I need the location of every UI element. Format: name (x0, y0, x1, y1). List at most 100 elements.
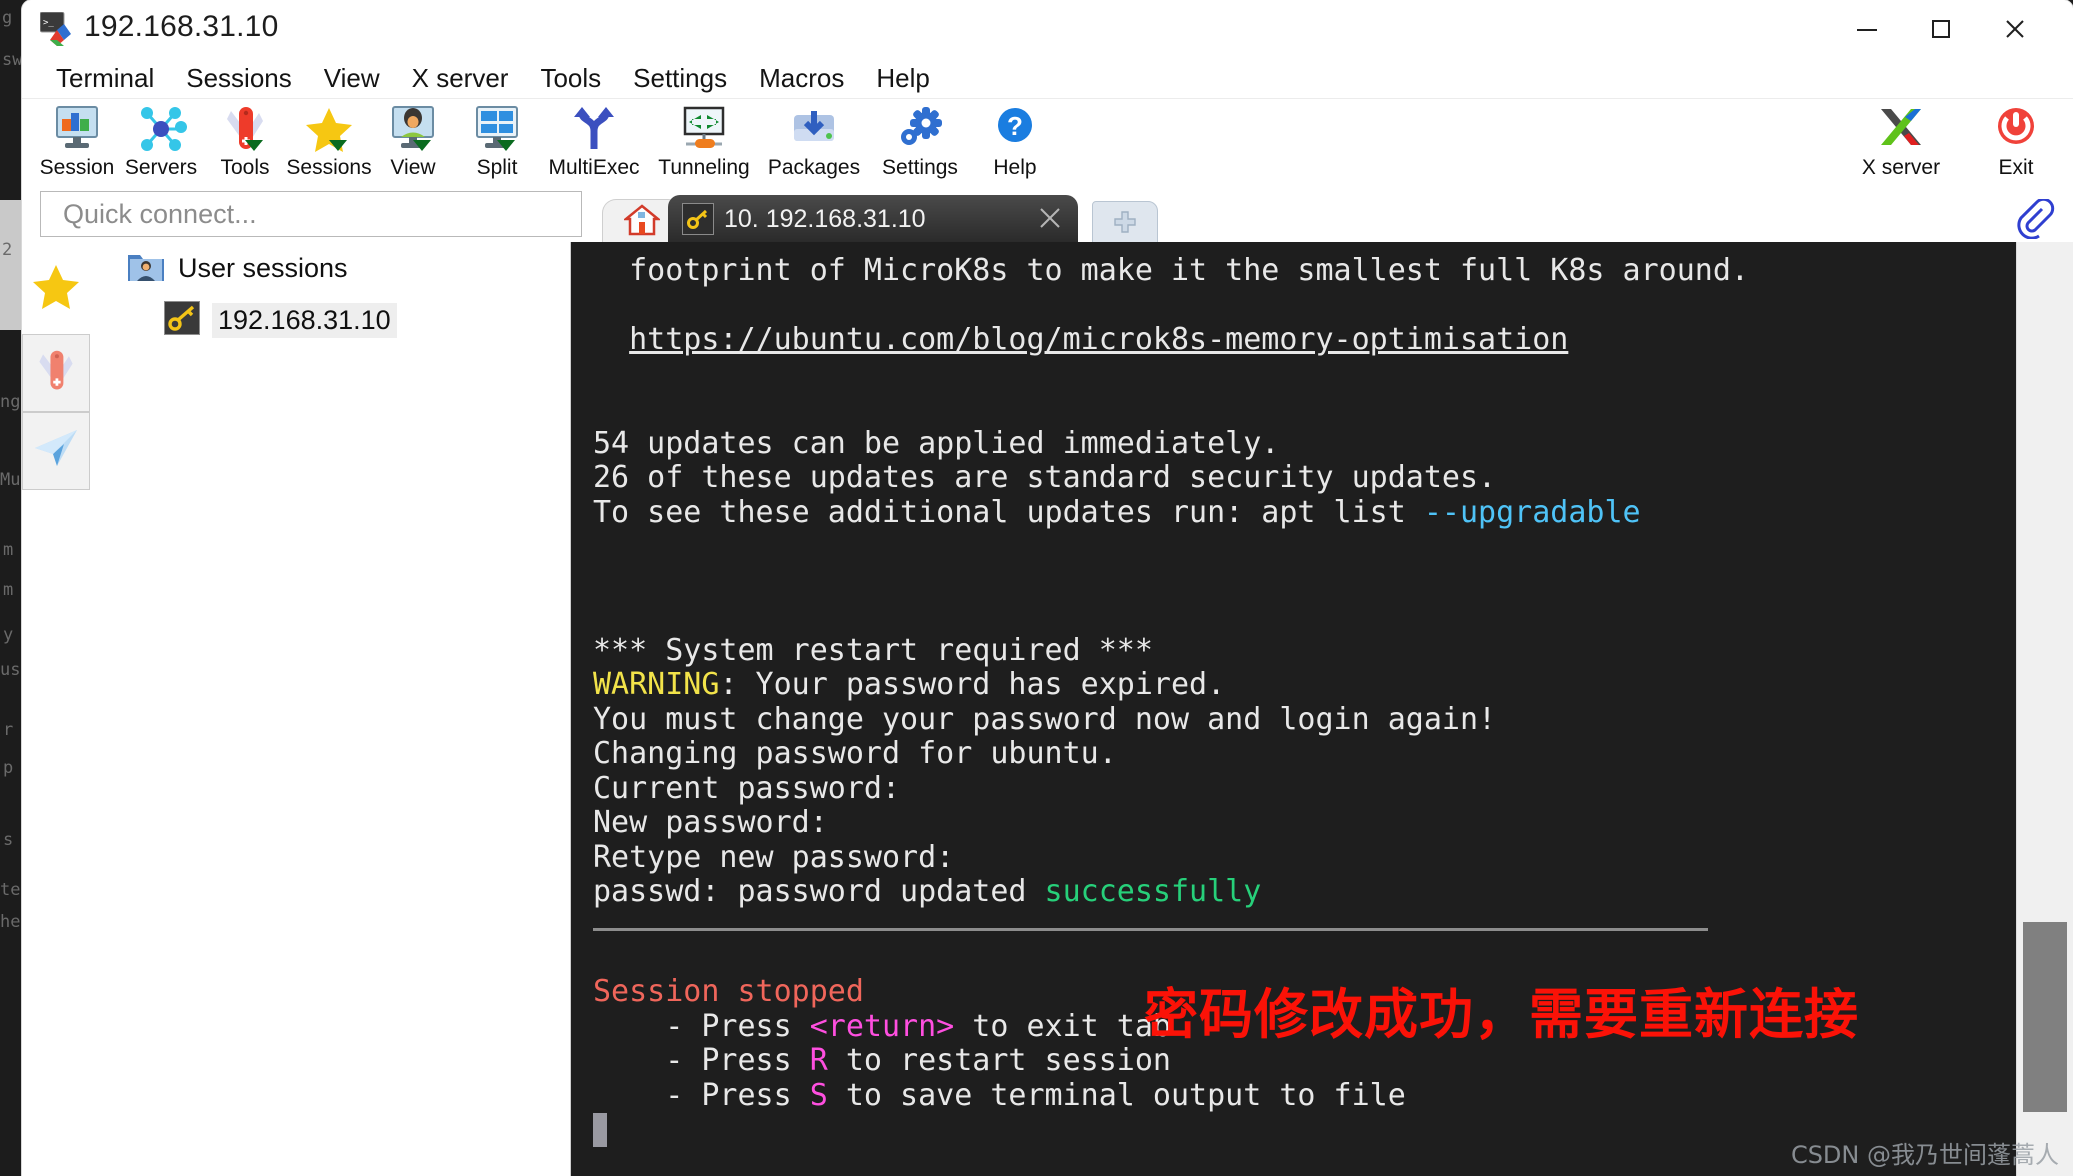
toolbar-label: Session (40, 156, 115, 180)
toolbar-label: Sessions (286, 156, 371, 180)
terminal-line: 54 updates can be applied immediately. (593, 427, 2017, 462)
annotation-text: 密码修改成功，需要重新连接 (1144, 970, 1859, 1049)
terminal-line: New password: (593, 806, 2017, 841)
toolbar-label: MultiExec (548, 156, 639, 180)
tree-node-user-sessions[interactable]: User sessions (90, 242, 570, 294)
quick-connect-input[interactable]: Quick connect... (40, 191, 582, 237)
terminal-line: *** System restart required *** (593, 634, 2017, 669)
minimize-button[interactable] (1831, 0, 1903, 58)
toolbar-button-split[interactable]: Split (454, 103, 540, 180)
menu-macros[interactable]: Macros (743, 58, 860, 98)
menu-bar: Terminal Sessions View X server Tools Se… (22, 58, 2073, 98)
terminal-line: Current password: (593, 772, 2017, 807)
ghost-text: us (0, 660, 20, 680)
ghost-text: r (3, 720, 13, 740)
terminal-line (593, 358, 2017, 393)
terminal-line: You must change your password now and lo… (593, 703, 2017, 738)
menu-tools[interactable]: Tools (524, 58, 617, 98)
toolbar-label: Servers (125, 156, 197, 180)
toolbar-button-settings[interactable]: Settings (868, 103, 972, 180)
terminal-panel[interactable]: footprint of MicroK8s to make it the sma… (571, 242, 2073, 1176)
toolbar-button-sessions[interactable]: Sessions (286, 103, 372, 180)
toolbar: Session Servers (22, 98, 2073, 187)
ghost-text: m (3, 580, 13, 600)
tools-icon (219, 103, 271, 153)
tools-icon (32, 347, 80, 400)
toolbar-label: X server (1862, 156, 1940, 180)
terminal-line: https://ubuntu.com/blog/microk8s-memory-… (593, 323, 2017, 358)
user-folder-icon (126, 249, 166, 288)
menu-terminal[interactable]: Terminal (40, 58, 170, 98)
rail-button-favorites[interactable] (22, 242, 90, 334)
paperclip-icon[interactable] (2011, 199, 2055, 239)
toolbar-button-tunneling[interactable]: Tunneling (648, 103, 760, 180)
tab-row: Quick connect... (22, 187, 2073, 243)
tree-node-session[interactable]: 192.168.31.10 (90, 294, 570, 346)
key-icon (682, 203, 714, 235)
multiexec-icon (568, 103, 620, 153)
chevron-down-icon (413, 140, 431, 151)
session-icon (51, 103, 103, 153)
x-server-icon (1875, 103, 1927, 153)
terminal-line: WARNING: Your password has expired. (593, 668, 2017, 703)
key-icon (164, 301, 200, 340)
rail-button-tools[interactable] (22, 334, 90, 412)
menu-view[interactable]: View (308, 58, 396, 98)
close-button[interactable] (1979, 0, 2051, 58)
mobaxterm-window: >_ 192.168.31.10 Terminal Sessions View … (22, 0, 2073, 1176)
session-tree: User sessions 192.168.31.10 (90, 242, 571, 1176)
menu-settings[interactable]: Settings (617, 58, 743, 98)
tab-close-icon[interactable] (1036, 204, 1064, 232)
toolbar-label: Split (477, 156, 518, 180)
toolbar-button-multiexec[interactable]: MultiExec (538, 103, 650, 180)
tab-label: 10. 192.168.31.10 (724, 205, 926, 234)
terminal-separator (593, 928, 1708, 931)
toolbar-button-exit[interactable]: Exit (1973, 103, 2059, 180)
toolbar-button-help[interactable]: ? Help (972, 103, 1058, 180)
maximize-button[interactable] (1905, 0, 1977, 58)
toolbar-button-packages[interactable]: Packages (758, 103, 870, 180)
toolbar-label: Tunneling (658, 156, 749, 180)
terminal-line (593, 289, 2017, 324)
sidebar-rail (22, 242, 91, 1176)
home-icon (624, 203, 660, 242)
terminal-line: Changing password for ubuntu. (593, 737, 2017, 772)
ghost-text: p (3, 758, 13, 778)
quick-connect-placeholder: Quick connect... (63, 199, 257, 230)
toolbar-button-session[interactable]: Session (34, 103, 120, 180)
terminal-scrollbar[interactable] (2016, 242, 2073, 1176)
toolbar-label: Tools (220, 156, 269, 180)
help-icon: ? (989, 103, 1041, 153)
sftp-icon (31, 426, 81, 477)
menu-x-server[interactable]: X server (396, 58, 525, 98)
tab-session-active[interactable]: 10. 192.168.31.10 (668, 195, 1078, 243)
toolbar-button-servers[interactable]: Servers (118, 103, 204, 180)
tab-add-button[interactable] (1092, 201, 1158, 243)
packages-icon (788, 103, 840, 153)
toolbar-button-tools[interactable]: Tools (202, 103, 288, 180)
terminal-line (593, 599, 2017, 634)
servers-icon (135, 103, 187, 153)
terminal-line (593, 530, 2017, 565)
chevron-down-icon (245, 140, 263, 151)
menu-help[interactable]: Help (860, 58, 945, 98)
terminal-line: passwd: password updated successfully (593, 875, 2017, 910)
terminal-line (593, 565, 2017, 600)
session-stopped-option: - Press S to save terminal output to fil… (593, 1079, 2017, 1114)
main-body: User sessions 192.168.31.10 footprint of… (22, 242, 2073, 1176)
toolbar-button-view[interactable]: View (370, 103, 456, 180)
ghost-text: he (0, 912, 20, 932)
session-stopped-option: - Press R to restart session (593, 1044, 2017, 1079)
scrollbar-thumb[interactable] (2023, 922, 2067, 1112)
menu-sessions[interactable]: Sessions (170, 58, 308, 98)
toolbar-label: Help (993, 156, 1036, 180)
toolbar-button-x-server[interactable]: X server (1841, 103, 1961, 180)
gear-icon (894, 103, 946, 153)
toolbar-label: Packages (768, 156, 860, 180)
split-icon (471, 103, 523, 153)
window-title: 192.168.31.10 (84, 10, 278, 44)
rail-button-send[interactable] (22, 412, 90, 490)
chevron-down-icon (329, 140, 347, 151)
svg-text:>_: >_ (43, 18, 54, 28)
star-icon (303, 103, 355, 153)
